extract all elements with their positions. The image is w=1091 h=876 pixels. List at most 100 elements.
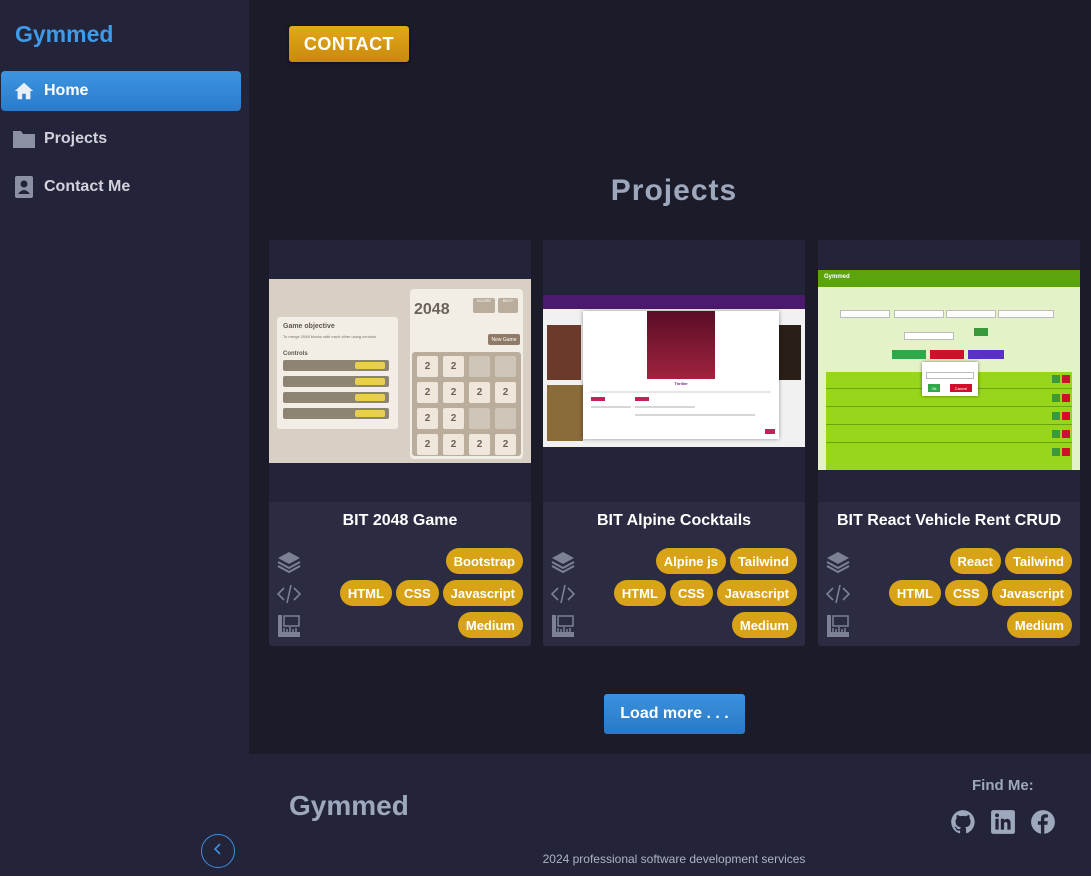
sidebar-item-projects[interactable]: Projects <box>1 119 241 159</box>
project-title: BIT Alpine Cocktails <box>596 512 752 529</box>
tile: 2 <box>443 382 464 403</box>
layers-icon <box>551 550 575 574</box>
purple-topbar <box>543 295 805 309</box>
tag-medium[interactable]: Medium <box>457 612 523 638</box>
tile: 2 <box>469 382 490 403</box>
ruler-icon <box>551 614 575 638</box>
github-icon[interactable] <box>949 808 977 836</box>
tag-react[interactable]: React <box>949 548 1001 574</box>
tile: 2 <box>417 382 438 403</box>
tag-javascript[interactable]: Javascript <box>716 580 797 606</box>
code-icon <box>276 582 302 606</box>
dialog-cancel: Cancel <box>950 384 972 392</box>
tag-medium[interactable]: Medium <box>731 612 797 638</box>
cocktail-image <box>647 311 715 379</box>
code-icon <box>550 582 576 606</box>
difficulty-row: Medium <box>269 612 531 640</box>
project-card-2048[interactable]: Game objective To merge 2048 blocks with… <box>269 240 531 646</box>
tile-empty <box>469 356 490 377</box>
sidebar-item-contact-me[interactable]: Contact Me <box>1 167 241 207</box>
tag-css[interactable]: CSS <box>944 580 988 606</box>
tile-empty <box>495 408 516 429</box>
project-card-vehicle-rent[interactable]: Gymmed Ok Cancel BIT React Vehicle Rent … <box>818 240 1080 646</box>
cocktails-screenshot: Thriller <box>543 295 805 447</box>
game-title: 2048 <box>414 301 450 318</box>
cocktail-modal: Thriller <box>583 311 779 439</box>
tag-bootstrap[interactable]: Bootstrap <box>445 548 523 574</box>
tile: 2 <box>443 408 464 429</box>
tech-row: HTML CSS Javascript <box>543 580 805 608</box>
tile: 2 <box>417 356 438 377</box>
contact-card-icon <box>12 175 36 199</box>
control-row <box>283 392 389 403</box>
stack-row: Alpine js Tailwind <box>543 548 805 576</box>
game-objective-panel: Game objective To merge 2048 blocks with… <box>277 317 398 429</box>
facebook-icon[interactable] <box>1029 808 1057 836</box>
tile-grid: 2 2 2 2 2 2 2 2 2 2 2 2 <box>412 352 521 456</box>
crud-dialog: Ok Cancel <box>922 362 978 396</box>
projects-title: Projects <box>610 174 738 207</box>
controls-title: Controls <box>283 351 308 357</box>
tile: 2 <box>417 434 438 455</box>
sidebar-collapse-button[interactable] <box>201 834 235 868</box>
project-thumbnail[interactable]: Thriller <box>543 240 805 502</box>
crud-brand: Gymmed <box>824 274 850 280</box>
cocktail-thumb <box>547 385 583 441</box>
load-more-button[interactable]: Load more . . . <box>604 694 745 734</box>
linkedin-icon[interactable] <box>989 808 1017 836</box>
sidebar-brand[interactable]: Gymmed <box>15 21 113 48</box>
layers-icon <box>826 550 850 574</box>
main-content: CONTACT Projects Game objective To merge… <box>249 0 1091 754</box>
tile: 2 <box>495 434 516 455</box>
tile-empty <box>469 408 490 429</box>
control-row <box>283 360 389 371</box>
home-icon <box>12 79 36 103</box>
tile-empty <box>495 356 516 377</box>
tag-html[interactable]: HTML <box>613 580 666 606</box>
tech-row: HTML CSS Javascript <box>269 580 531 608</box>
contact-button[interactable]: CONTACT <box>289 26 409 62</box>
dialog-ok: Ok <box>928 384 940 392</box>
chevron-left-icon <box>212 842 224 861</box>
tech-row: HTML CSS Javascript <box>818 580 1080 608</box>
find-me-label: Find Me: <box>972 777 1034 794</box>
project-thumbnail[interactable]: Game objective To merge 2048 blocks with… <box>269 240 531 502</box>
control-row <box>283 376 389 387</box>
tag-css[interactable]: CSS <box>669 580 713 606</box>
control-row <box>283 408 389 419</box>
crud-screenshot: Gymmed Ok Cancel <box>818 270 1080 470</box>
layers-icon <box>277 550 301 574</box>
tag-tailwind[interactable]: Tailwind <box>1004 548 1072 574</box>
new-game-button: New Game <box>488 334 520 345</box>
tile: 2 <box>443 434 464 455</box>
tag-css[interactable]: CSS <box>395 580 439 606</box>
tag-javascript[interactable]: Javascript <box>991 580 1072 606</box>
tag-html[interactable]: HTML <box>339 580 392 606</box>
tag-medium[interactable]: Medium <box>1006 612 1072 638</box>
green-topbar: Gymmed <box>818 270 1080 287</box>
footer: Gymmed Find Me: 2024 professional softwa… <box>249 754 1091 876</box>
stack-row: React Tailwind <box>818 548 1080 576</box>
sidebar-nav: Home Projects Contact Me <box>1 71 241 215</box>
score-box: SCORE <box>473 298 495 313</box>
tag-tailwind[interactable]: Tailwind <box>729 548 797 574</box>
tag-javascript[interactable]: Javascript <box>442 580 523 606</box>
tag-html[interactable]: HTML <box>888 580 941 606</box>
project-card-alpine-cocktails[interactable]: Thriller BIT Alpine Cocktails Alpine js … <box>543 240 805 646</box>
folder-icon <box>12 127 36 151</box>
copyright-text: 2024 professional software development s… <box>542 852 806 866</box>
difficulty-row: Medium <box>543 612 805 640</box>
sidebar-item-home[interactable]: Home <box>1 71 241 111</box>
game-board-panel: 2048 SCORE BEST New Game 2 2 2 2 2 2 2 2… <box>410 289 523 459</box>
code-icon <box>825 582 851 606</box>
tile: 2 <box>417 408 438 429</box>
tag-alpine-js[interactable]: Alpine js <box>655 548 726 574</box>
sidebar-item-label: Contact Me <box>44 178 131 195</box>
objective-text: To merge 2048 blocks with each other usi… <box>283 334 377 339</box>
cocktail-caption: Thriller <box>674 381 688 386</box>
sidebar-item-label: Home <box>44 82 89 99</box>
difficulty-row: Medium <box>818 612 1080 640</box>
tile: 2 <box>495 382 516 403</box>
project-thumbnail[interactable]: Gymmed Ok Cancel <box>818 240 1080 502</box>
objective-title: Game objective <box>283 323 335 330</box>
